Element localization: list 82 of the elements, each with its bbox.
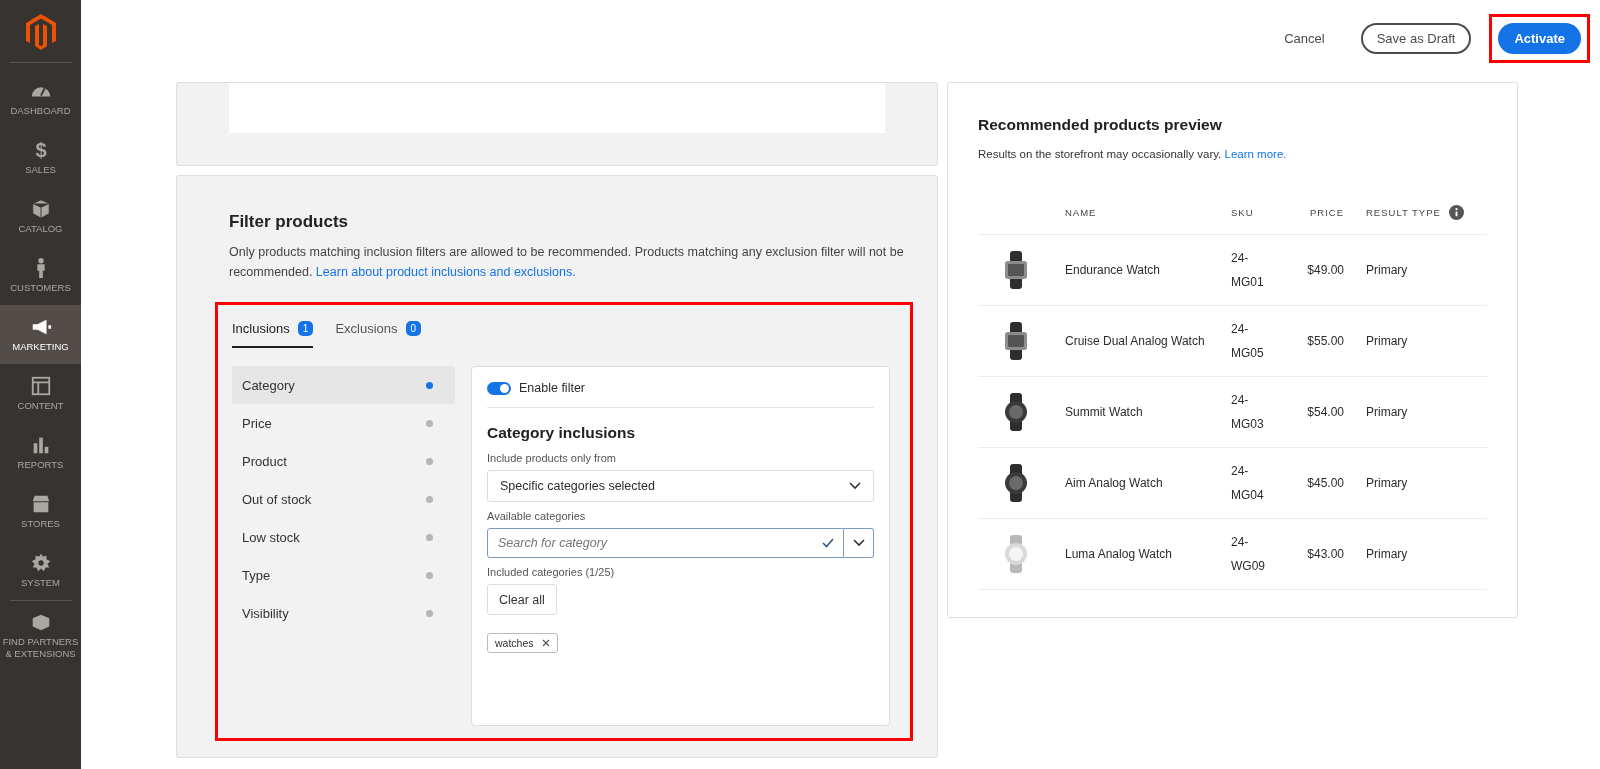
filter-item[interactable]: Category: [232, 366, 455, 404]
checkmark-icon: [822, 538, 834, 548]
filter-label: Category: [242, 377, 295, 393]
logo-icon: [25, 14, 56, 50]
table-cell-text: Primary: [1366, 405, 1409, 419]
cancel-button[interactable]: Cancel: [1278, 30, 1331, 47]
sidebar-item[interactable]: SYSTEM: [0, 541, 81, 600]
table-cell-text: $49.00: [1306, 263, 1345, 277]
save-draft-button[interactable]: Save as Draft: [1360, 23, 1472, 54]
table-cell-text: Primary: [1366, 547, 1409, 561]
sidebar-item[interactable]: $ SALES: [0, 128, 81, 187]
count-badge: 0: [405, 321, 422, 336]
column-header: NAME: [1065, 206, 1097, 218]
filter-label: Product: [242, 453, 287, 469]
filter-item[interactable]: Price: [232, 404, 455, 442]
filter-item[interactable]: Type: [232, 556, 455, 594]
panel-title: Category inclusions: [487, 424, 637, 442]
section-title: Filter products: [229, 212, 349, 232]
table-cell-text: $43.00: [1306, 547, 1345, 561]
search-field[interactable]: Search for category: [487, 528, 844, 558]
table-cell-text: 24- WG09: [1231, 534, 1266, 575]
count-badge: 1: [297, 321, 314, 336]
column-header: RESULT TYPE: [1366, 206, 1441, 218]
activate-button[interactable]: Activate: [1498, 23, 1581, 54]
table-cell-text: 24- MG05: [1231, 321, 1265, 362]
sidebar-item[interactable]: DASHBOARD: [0, 69, 81, 128]
filter-item[interactable]: Out of stock: [232, 480, 455, 518]
table-cell-text: Primary: [1366, 263, 1409, 277]
close-icon[interactable]: [541, 639, 550, 647]
field-label: Included categories (1/25): [487, 566, 616, 578]
table-cell-text: Luma Analog Watch: [1065, 547, 1173, 561]
table-cell-text: Primary: [1366, 334, 1409, 348]
box-icon: [29, 198, 52, 220]
table-cell-text: Aim Analog Watch: [1065, 476, 1164, 490]
table-cell-text: Cruise Dual Analog Watch: [1065, 334, 1206, 348]
field-label: Available categories: [487, 510, 587, 522]
description-text: Only products matching inclusion filters are allowed to be recommended. Products matching any exclusion filter will not be recommended. Learn about product inclusions and exclusions.: [229, 244, 905, 281]
column-header: PRICE: [1309, 206, 1344, 218]
chevron-down-icon: [852, 539, 865, 547]
clear-all-button[interactable]: Clear all: [487, 584, 557, 615]
sidebar-item[interactable]: MARKETING: [0, 305, 81, 364]
table-cell-text: 24- MG01: [1231, 250, 1265, 291]
preview-title: Recommended products preview: [978, 116, 1223, 134]
filter-item[interactable]: Product: [232, 442, 455, 480]
filter-item[interactable]: Visibility: [232, 594, 455, 632]
dropdown-button[interactable]: [844, 528, 874, 558]
filter-label: Price: [242, 415, 272, 431]
table-cell-text: 24- MG03: [1231, 392, 1265, 433]
learn-more-link[interactable]: Learn more.: [1224, 148, 1287, 160]
table-cell-text: Primary: [1366, 476, 1409, 490]
chevron-down-icon: [849, 482, 861, 490]
filter-tab[interactable]: Exclusions 0: [335, 315, 422, 348]
filter-label: Type: [242, 567, 271, 583]
filter-label: Out of stock: [242, 491, 312, 507]
inclusions-link[interactable]: Learn about product inclusions and exclusions.: [315, 265, 576, 279]
sidebar-item[interactable]: STORES: [0, 482, 81, 541]
category-dropdown[interactable]: Specific categories selected: [487, 470, 874, 502]
table-cell-text: $45.00: [1306, 476, 1345, 490]
tag-label: watches: [495, 637, 534, 649]
filter-tab[interactable]: Inclusions 1: [232, 315, 314, 348]
dollar-icon: $: [29, 139, 52, 161]
filter-label: Visibility: [242, 605, 289, 621]
info-icon[interactable]: [1448, 204, 1464, 220]
sidebar-item[interactable]: REPORTS: [0, 423, 81, 482]
filter-item[interactable]: Low stock: [232, 518, 455, 556]
layout-icon: [29, 375, 52, 397]
toggle-switch[interactable]: [487, 381, 511, 395]
sidebar-item[interactable]: FIND PARTNERS & EXTENSIONS: [0, 607, 81, 664]
sidebar-item[interactable]: CONTENT: [0, 364, 81, 423]
filter-label: Low stock: [242, 529, 300, 545]
field-label: Include products only from: [487, 452, 617, 464]
table-cell-text: Summit Watch: [1065, 405, 1144, 419]
note-text: Results on the storefront may occasionally vary. Learn more.: [978, 148, 1288, 160]
table-cell-text: Endurance Watch: [1065, 263, 1161, 277]
table-cell-text: $55.00: [1306, 334, 1345, 348]
gear-icon: [29, 552, 52, 574]
column-header: SKU: [1231, 206, 1254, 218]
table-cell-text: 24- MG04: [1231, 463, 1265, 504]
toggle-label: Enable filter: [519, 381, 585, 395]
table-cell-text: $54.00: [1306, 405, 1345, 419]
sidebar-item[interactable]: CATALOG: [0, 187, 81, 246]
sidebar-item[interactable]: CUSTOMERS: [0, 246, 81, 305]
